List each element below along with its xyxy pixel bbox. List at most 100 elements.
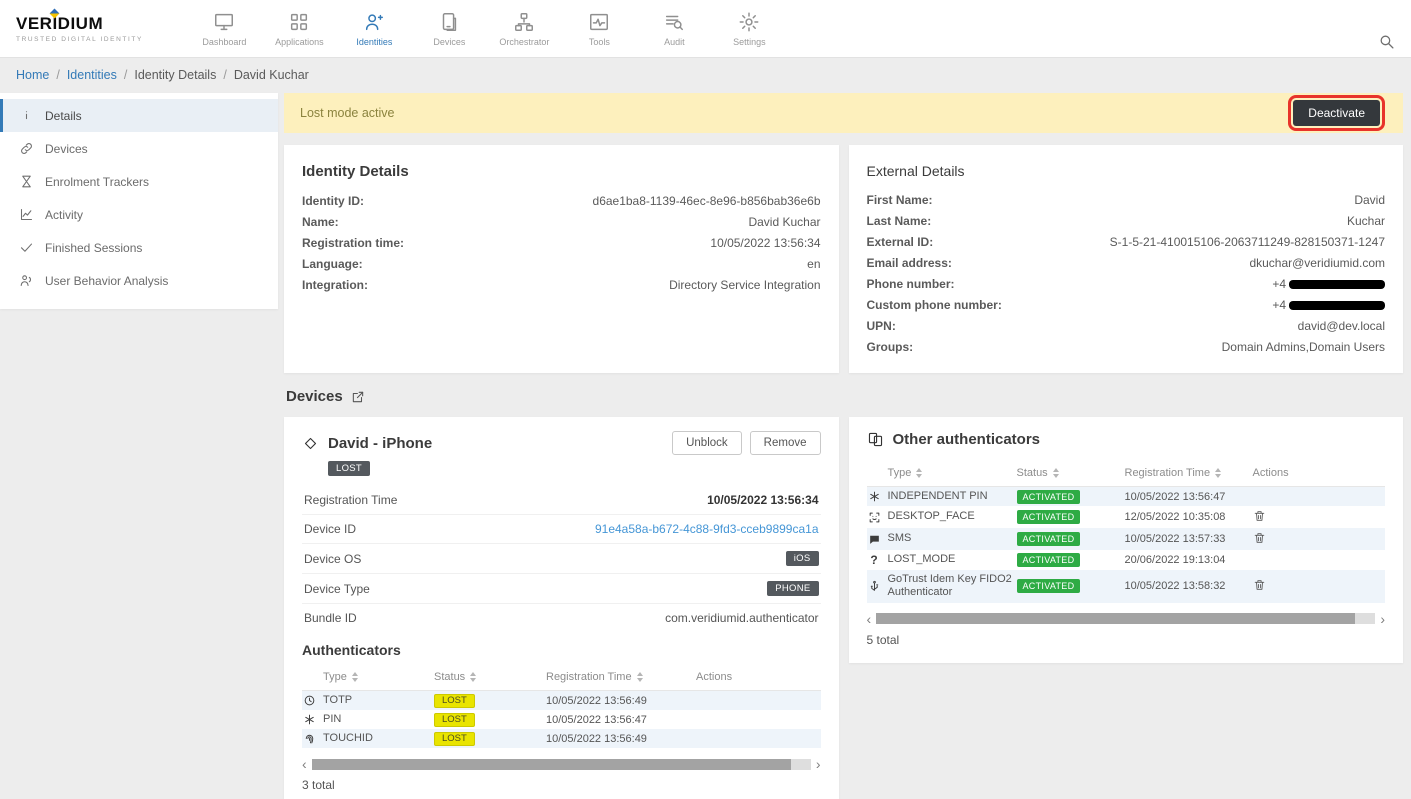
trash-icon xyxy=(1253,509,1266,523)
status-badge: LOST xyxy=(434,713,475,727)
status-badge: ACTIVATED xyxy=(1017,490,1081,504)
field-value: dkuchar@veridiumid.com xyxy=(1249,256,1385,270)
registration-time-value: 10/05/2022 13:56:34 xyxy=(707,493,818,507)
sidebar-item-user-behavior-analysis[interactable]: User Behavior Analysis xyxy=(0,264,278,297)
scroll-track[interactable] xyxy=(876,613,1375,624)
nav-item-audit[interactable]: Audit xyxy=(637,4,712,54)
device-id-link[interactable]: 91e4a58a-b672-4c88-9fd3-cceb9899ca1a xyxy=(595,522,819,536)
detail-row: Last Name: Kuchar xyxy=(867,210,1386,231)
authenticator-row: INDEPENDENT PIN ACTIVATED 10/05/2022 13:… xyxy=(867,487,1386,506)
authenticator-row: DESKTOP_FACE ACTIVATED 12/05/2022 10:35:… xyxy=(867,506,1386,528)
horizontal-scrollbar[interactable]: ‹ › xyxy=(867,612,1386,626)
sidebar-item-label: User Behavior Analysis xyxy=(45,274,168,288)
sidebar-item-devices[interactable]: Devices xyxy=(0,132,278,165)
type-cell: DESKTOP_FACE xyxy=(867,510,1017,524)
nav-label: Audit xyxy=(664,37,685,47)
sidebar-item-details[interactable]: Details xyxy=(0,99,278,132)
phone-prefix: +4 xyxy=(1272,277,1286,291)
nav-item-identities[interactable]: Identities xyxy=(337,4,412,54)
column-header-status[interactable]: Status xyxy=(1017,467,1125,479)
actions-cell xyxy=(1253,531,1386,548)
authenticators-title: Authenticators xyxy=(302,642,821,658)
detail-row: Integration: Directory Service Integrati… xyxy=(302,274,821,295)
other-authenticators-card: Other authenticators Type Status Registr… xyxy=(849,417,1404,663)
scroll-left-arrow[interactable]: ‹ xyxy=(867,612,872,626)
breadcrumb-home[interactable]: Home xyxy=(16,68,49,82)
horizontal-scrollbar[interactable]: ‹ › xyxy=(302,757,821,771)
nav-label: Applications xyxy=(275,37,324,47)
status-badge: ACTIVATED xyxy=(1017,579,1081,593)
veridium-logo[interactable]: VERIDIUM TRUSTED DIGITAL IDENTITY xyxy=(16,14,143,43)
independent-pin-icon xyxy=(868,490,881,503)
detail-row: Name: David Kuchar xyxy=(302,211,821,232)
column-header-status[interactable]: Status xyxy=(434,671,546,683)
field-value: 10/05/2022 13:56:34 xyxy=(710,236,820,250)
scroll-track[interactable] xyxy=(312,759,811,770)
sidebar-item-finished-sessions[interactable]: Finished Sessions xyxy=(0,231,278,264)
scroll-thumb[interactable] xyxy=(876,613,1355,624)
field-label: Custom phone number: xyxy=(867,298,1002,312)
actions-cell xyxy=(1253,509,1386,526)
field-value: +4 xyxy=(1272,298,1385,312)
search-button[interactable] xyxy=(1378,33,1395,57)
nav-item-applications[interactable]: Applications xyxy=(262,4,337,54)
scroll-left-arrow[interactable]: ‹ xyxy=(302,757,307,771)
breadcrumb-separator: / xyxy=(223,68,226,82)
unblock-button[interactable]: Unblock xyxy=(672,431,742,455)
registration-time-cell: 10/05/2022 13:56:49 xyxy=(546,695,696,707)
search-icon xyxy=(1378,33,1395,50)
devices-section-heading: Devices xyxy=(286,388,1401,405)
nav-item-dashboard[interactable]: Dashboard xyxy=(187,4,262,54)
column-header-registration-time[interactable]: Registration Time xyxy=(1125,467,1253,479)
check-icon xyxy=(19,240,34,255)
nav-item-devices[interactable]: Devices xyxy=(412,4,487,54)
remove-button[interactable]: Remove xyxy=(750,431,821,455)
other-authenticators-header: Other authenticators xyxy=(867,431,1386,448)
nav-label: Settings xyxy=(733,37,766,47)
field-label: Identity ID: xyxy=(302,194,364,208)
deactivate-button[interactable]: Deactivate xyxy=(1293,100,1380,126)
nav-item-settings[interactable]: Settings xyxy=(712,4,787,54)
device-field-row: Registration Time 10/05/2022 13:56:34 xyxy=(302,486,821,515)
device-card: David - iPhone Unblock Remove LOST Regis… xyxy=(284,417,839,799)
orchestrator-icon xyxy=(513,11,535,33)
other-authenticators-total: 5 total xyxy=(867,633,1386,647)
field-value: David xyxy=(1354,193,1385,207)
authenticator-row: SMS ACTIVATED 10/05/2022 13:57:33 xyxy=(867,528,1386,550)
scroll-thumb[interactable] xyxy=(312,759,791,770)
other-authenticators-table-header: Type Status Registration Time Actions xyxy=(867,460,1386,487)
sidebar-item-enrolment-trackers[interactable]: Enrolment Trackers xyxy=(0,165,278,198)
sidebar-item-label: Details xyxy=(45,109,82,123)
link-icon xyxy=(19,141,34,156)
nav-item-tools[interactable]: Tools xyxy=(562,4,637,54)
column-header-type[interactable]: Type xyxy=(867,467,1017,479)
detail-row: Custom phone number: +4 xyxy=(867,294,1386,315)
delete-authenticator-button[interactable] xyxy=(1253,509,1266,523)
external-details-card: External Details First Name: David Last … xyxy=(849,145,1404,373)
sidebar-item-activity[interactable]: Activity xyxy=(0,198,278,231)
column-header-registration-time[interactable]: Registration Time xyxy=(546,671,696,683)
open-devices-icon[interactable] xyxy=(351,390,365,404)
brand-tagline: TRUSTED DIGITAL IDENTITY xyxy=(16,36,143,43)
registration-time-cell: 12/05/2022 10:35:08 xyxy=(1125,511,1253,523)
field-value: d6ae1ba8-1139-46ec-8e96-b856bab36e6b xyxy=(593,194,821,208)
breadcrumb-identities[interactable]: Identities xyxy=(67,68,117,82)
touchid-fingerprint-icon xyxy=(303,732,316,745)
main-nav: Dashboard Applications Identities Device… xyxy=(187,4,787,54)
scroll-right-arrow[interactable]: › xyxy=(1380,612,1385,626)
nav-label: Tools xyxy=(589,37,610,47)
device-os-badge: iOS xyxy=(786,551,819,566)
other-authenticators-icon xyxy=(867,431,884,448)
authenticator-row: TOUCHID LOST 10/05/2022 13:56:49 xyxy=(302,729,821,748)
nav-item-orchestrator[interactable]: Orchestrator xyxy=(487,4,562,54)
device-field-row: Device OS iOS xyxy=(302,544,821,574)
sidebar-item-label: Activity xyxy=(45,208,83,222)
delete-authenticator-button[interactable] xyxy=(1253,578,1266,592)
field-label: External ID: xyxy=(867,235,934,249)
delete-authenticator-button[interactable] xyxy=(1253,531,1266,545)
pin-icon xyxy=(303,713,316,726)
field-value: en xyxy=(807,257,820,271)
scroll-right-arrow[interactable]: › xyxy=(816,757,821,771)
type-cell: SMS xyxy=(867,532,1017,546)
column-header-type[interactable]: Type xyxy=(302,671,434,683)
